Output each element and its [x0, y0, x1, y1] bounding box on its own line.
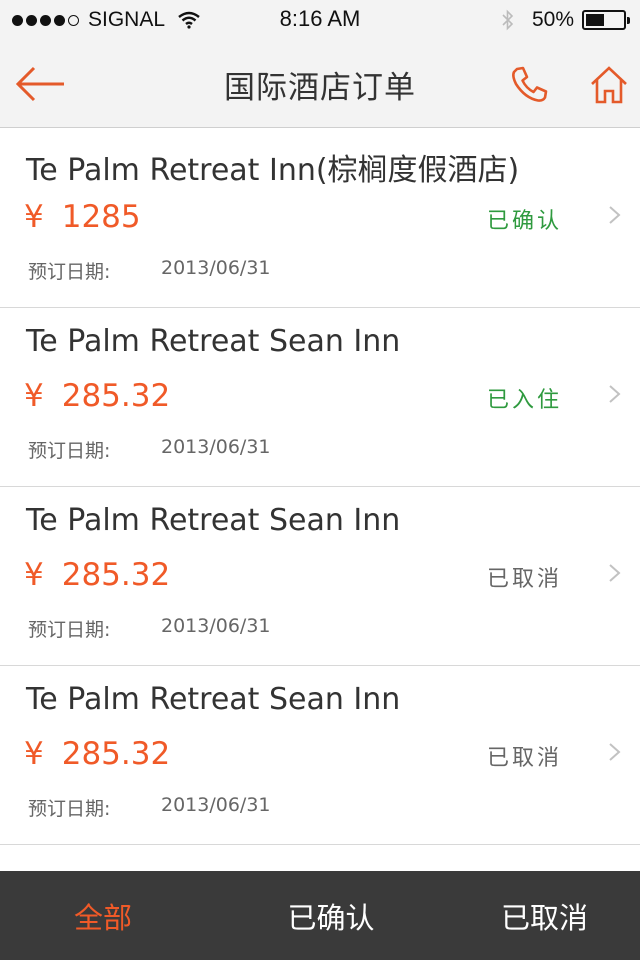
order-status: 已取消 [486, 746, 562, 771]
chevron-right-icon [609, 385, 621, 403]
booking-date: 2013/06/31 [161, 615, 271, 637]
order-status: 已入住 [486, 388, 562, 413]
order-list-item[interactable]: Te Palm Retreat Sean Inn ¥285.32 已入住 预订日… [0, 308, 640, 487]
booking-date: 2013/06/31 [161, 436, 271, 458]
hotel-name: Te Palm Retreat Inn(棕榈度假酒店) [26, 153, 520, 188]
home-button[interactable] [588, 64, 630, 106]
tab-cancelled[interactable]: 已取消 [417, 871, 640, 960]
chevron-right-icon [609, 743, 621, 761]
currency-symbol: ¥ [24, 557, 44, 593]
booking-date-label: 预订日期: [28, 440, 111, 462]
hotel-name: Te Palm Retreat Sean Inn [26, 682, 401, 717]
booking-date: 2013/06/31 [161, 794, 271, 816]
call-button[interactable] [508, 64, 550, 106]
booking-date-label: 预订日期: [28, 798, 111, 820]
order-status: 已取消 [486, 567, 562, 592]
status-right: 50% [502, 6, 630, 34]
phone-icon [512, 66, 548, 102]
tab-confirmed[interactable]: 已确认 [245, 871, 416, 960]
chevron-right-icon [609, 564, 621, 582]
booking-date-label: 预订日期: [28, 619, 111, 641]
currency-symbol: ¥ [24, 736, 44, 772]
order-status: 已确认 [486, 209, 562, 234]
currency-symbol: ¥ [24, 199, 44, 235]
home-icon [591, 66, 627, 104]
order-price: ¥285.32 [24, 378, 170, 414]
price-value: 285.32 [61, 736, 171, 772]
booking-date: 2013/06/31 [161, 257, 271, 279]
status-bar: SIGNAL 8:16 AM 50% [0, 0, 640, 40]
battery-percentage: 50% [531, 8, 574, 31]
order-price: ¥1285 [24, 199, 141, 235]
battery-fill [586, 14, 604, 26]
order-list: Te Palm Retreat Inn(棕榈度假酒店) ¥1285 已确认 预订… [0, 129, 640, 845]
hotel-name: Te Palm Retreat Sean Inn [26, 324, 401, 359]
order-list-item[interactable]: Te Palm Retreat Inn(棕榈度假酒店) ¥1285 已确认 预订… [0, 129, 640, 308]
tab-all[interactable]: 全部 [0, 871, 245, 960]
price-value: 285.32 [61, 378, 171, 414]
booking-date-label: 预订日期: [28, 261, 111, 283]
battery-icon [582, 10, 630, 30]
chevron-right-icon [609, 206, 621, 224]
order-list-item[interactable]: Te Palm Retreat Sean Inn ¥285.32 已取消 预订日… [0, 666, 640, 845]
filter-tab-bar: 全部 已确认 已取消 [0, 871, 640, 960]
nav-bar: 国际酒店订单 [0, 40, 640, 128]
order-price: ¥285.32 [24, 557, 170, 593]
currency-symbol: ¥ [24, 378, 44, 414]
order-price: ¥285.32 [24, 736, 170, 772]
bluetooth-icon [502, 9, 514, 31]
price-value: 285.32 [61, 557, 171, 593]
order-list-item[interactable]: Te Palm Retreat Sean Inn ¥285.32 已取消 预订日… [0, 487, 640, 666]
price-value: 1285 [61, 199, 141, 235]
hotel-name: Te Palm Retreat Sean Inn [26, 503, 401, 538]
